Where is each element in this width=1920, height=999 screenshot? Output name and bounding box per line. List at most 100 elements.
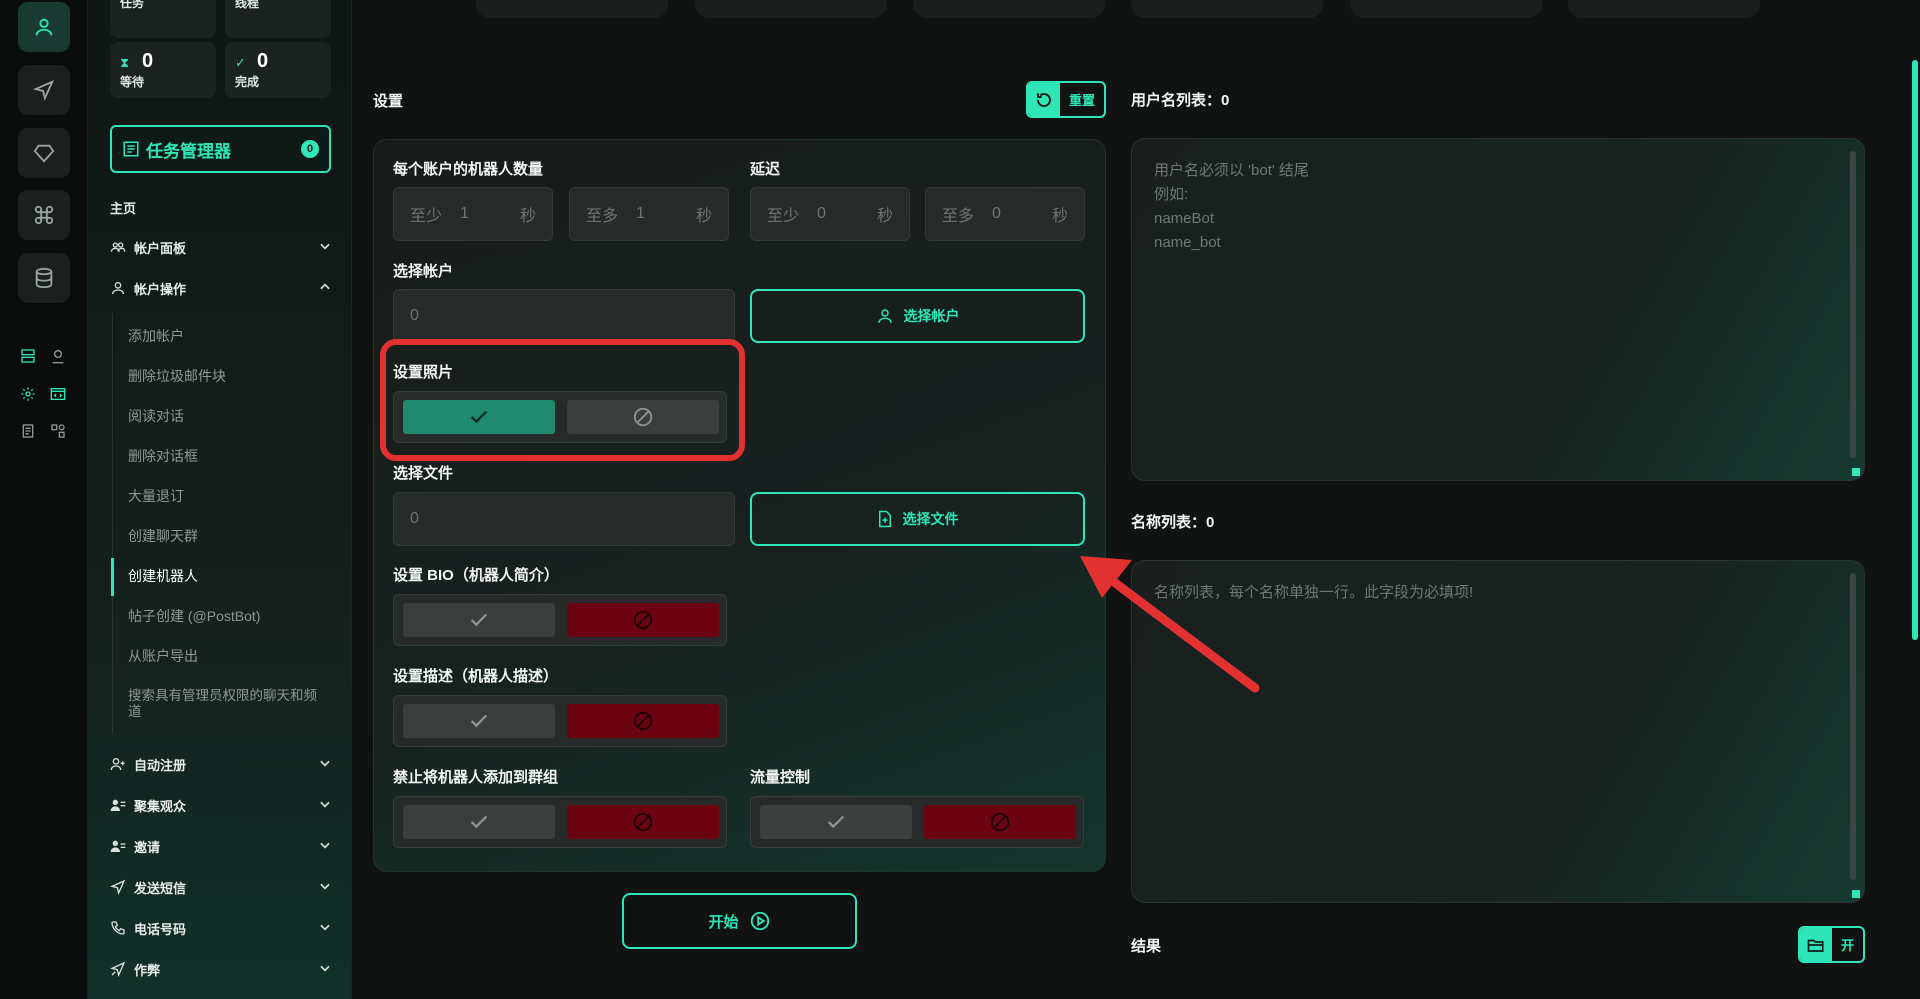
start-button[interactable]: 开始 [622,893,857,949]
top-card [695,0,887,18]
usernames-placeholder-line: 用户名必须以 'bot' 结尾 [1154,162,1309,179]
send-icon [110,879,126,895]
nav-invite[interactable]: 邀请 [110,835,332,857]
nav-gather-audience-label: 聚集观众 [134,798,187,814]
delay-label: 延迟 [750,161,781,178]
flow-control-label: 流量控制 [750,769,811,786]
ban-icon [633,610,653,630]
database-icon[interactable] [18,253,70,303]
code-window-icon[interactable] [48,384,68,404]
chevron-up-icon [318,280,332,297]
command-icon[interactable] [18,190,70,240]
reset-button[interactable]: 重置 [1026,81,1106,118]
results-title: 结果 [1131,938,1162,955]
select-file-value: 0 [410,510,419,527]
resize-handle[interactable] [1852,890,1860,898]
annotation-arrow [1080,556,1260,693]
sidebar-item-mass-unsubscribe[interactable]: 大量退订 [128,488,318,504]
start-label: 开始 [708,913,739,931]
hourglass-icon: ⧗ [120,55,130,70]
left-rail [0,0,88,999]
sidebar-item-admin-search[interactable]: 搜索具有管理员权限的聊天和频道 [128,688,318,720]
user-plus-icon [110,756,126,772]
delay-max-value: 0 [992,205,1001,222]
select-file-input[interactable]: 0 [393,492,735,546]
bots-max-input[interactable]: 至多 1 秒 [569,187,729,241]
usernames-textarea[interactable]: 用户名必须以 'bot' 结尾 例如: nameBot name_bot [1131,138,1865,481]
flow-control-toggle[interactable] [750,796,1084,848]
server-icon[interactable] [18,346,38,366]
check-icon [470,714,488,728]
nav-send-sms-label: 发送短信 [134,880,187,896]
forbid-groups-no[interactable] [567,805,719,839]
set-bio-no[interactable] [567,603,719,637]
open-results-button[interactable]: 开 [1798,926,1865,963]
forbid-groups-toggle[interactable] [393,796,727,848]
document-icon[interactable] [18,421,38,441]
nav-gather-audience[interactable]: 聚集观众 [110,794,332,816]
stat-done-label: 完成 [235,75,260,89]
nav-account-panel[interactable]: 帐户面板 [110,236,332,258]
sidebar-item-export[interactable]: 从账户导出 [128,648,318,664]
send-icon[interactable] [18,65,70,115]
sidebar-item-postbot[interactable]: 帖子创建 (@PostBot) [128,608,318,624]
settings-icon[interactable] [18,384,38,404]
top-card [1568,0,1760,18]
resize-handle[interactable] [1852,468,1860,476]
set-bio-yes[interactable] [403,603,555,637]
select-account-button[interactable]: 选择帐户 [750,289,1085,343]
sidebar-item-remove-spamblock[interactable]: 删除垃圾邮件块 [128,368,318,384]
flow-control-no[interactable] [924,805,1076,839]
textarea-scrollbar[interactable] [1850,573,1856,880]
sidebar-item-add-account[interactable]: 添加帐户 [128,328,318,344]
delay-max-suffix: 秒 [1051,208,1068,225]
task-manager-button[interactable]: 任务管理器 0 [110,125,331,173]
submenu-active-marker [111,558,114,596]
set-description-no[interactable] [567,704,719,738]
sidebar-item-read-dialogs[interactable]: 阅读对话 [128,408,318,424]
forbid-groups-yes[interactable] [403,805,555,839]
top-card [1350,0,1542,18]
chevron-down-icon [318,239,332,256]
nav-home[interactable]: 主页 [110,196,332,218]
nav-cheat[interactable]: 作弊 [110,958,332,980]
delay-max-input[interactable]: 至多 0 秒 [925,187,1085,241]
flow-control-yes[interactable] [760,805,912,839]
set-description-toggle[interactable] [393,695,727,747]
sidebar-item-delete-dialogs[interactable]: 删除对话框 [128,448,318,464]
nav-auto-register[interactable]: 自动注册 [110,753,332,775]
textarea-scrollbar[interactable] [1850,151,1856,458]
select-file-button[interactable]: 选择文件 [750,492,1085,546]
nav-account-ops[interactable]: 帐户操作 [110,277,332,299]
nav-phone-numbers-label: 电话号码 [134,921,187,937]
sidebar-item-create-bot[interactable]: 创建机器人 [128,568,318,584]
ban-icon [633,812,653,832]
task-manager-count: 0 [301,140,319,158]
nav-send-sms[interactable]: 发送短信 [110,876,332,898]
diamond-icon[interactable] [18,128,70,178]
sidebar-item-create-group[interactable]: 创建聊天群 [128,528,318,544]
bots-max-value: 1 [636,205,645,222]
nav-account-ops-label: 帐户操作 [134,281,187,297]
delay-min-input[interactable]: 至少 0 秒 [750,187,910,241]
nav-phone-numbers[interactable]: 电话号码 [110,917,332,939]
invite-icon [110,838,126,854]
stat-waiting: ⧗ 0 等待 [110,42,216,98]
chevron-down-icon [318,961,332,978]
highlight-box [380,339,745,461]
page-scrollbar-thumb[interactable] [1912,60,1918,640]
select-account-input[interactable]: 0 [393,289,735,343]
stat-tasks-label: 任务 [120,0,145,10]
top-card [913,0,1105,18]
bots-min-input[interactable]: 至少 1 秒 [393,187,553,241]
usernames-placeholder-line: name_bot [1154,234,1221,251]
nav-invite-label: 邀请 [134,839,161,855]
set-bio-toggle[interactable] [393,594,727,646]
users-icon [110,239,126,255]
profile-icon[interactable] [18,2,70,52]
shapes-icon[interactable] [48,421,68,441]
set-description-yes[interactable] [403,704,555,738]
stat-threads: 线程 [225,0,331,38]
location-icon[interactable] [48,346,68,366]
settings-title: 设置 [373,93,404,110]
